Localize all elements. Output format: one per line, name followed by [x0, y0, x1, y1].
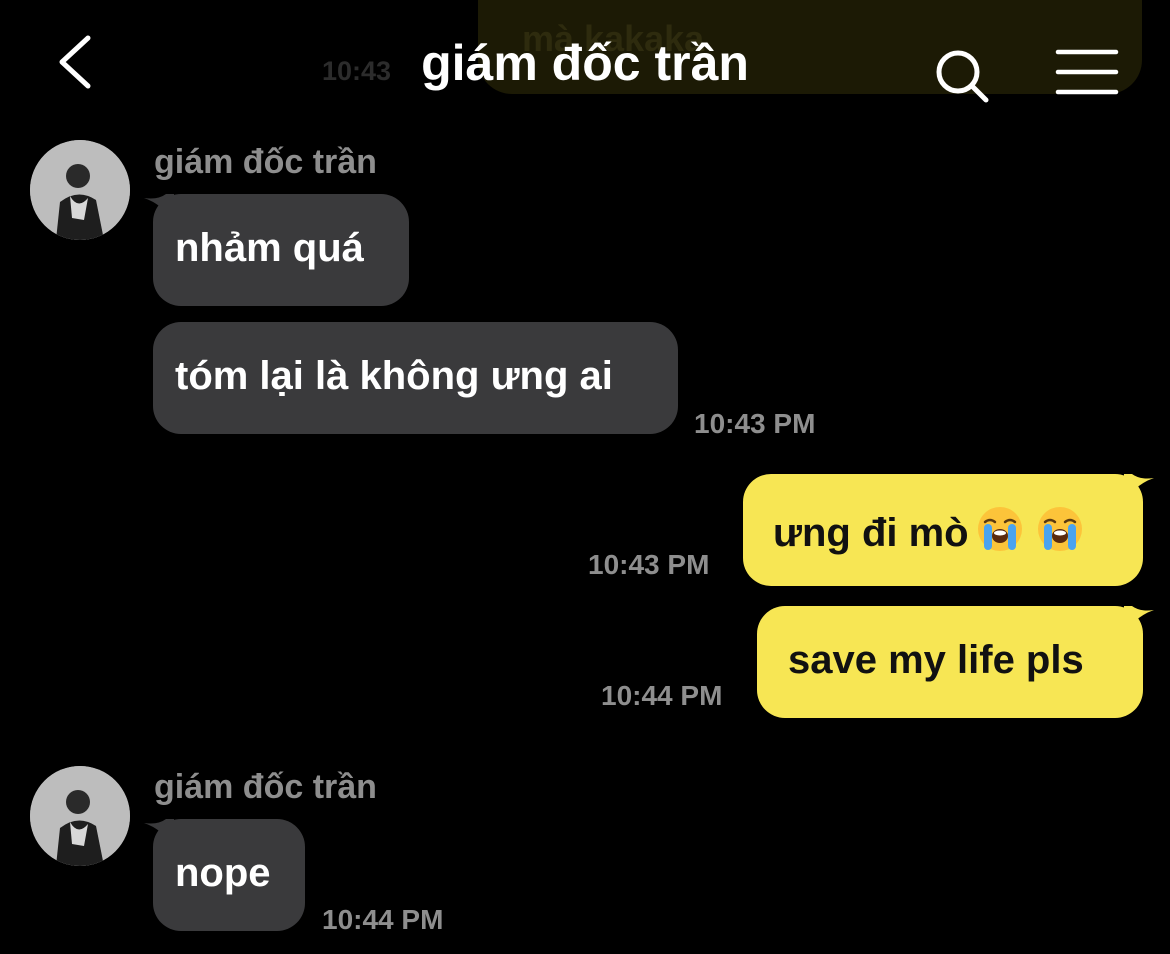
- chat-header: giám đốc trần: [0, 0, 1170, 130]
- message-time: 10:43 PM: [588, 549, 710, 580]
- menu-button[interactable]: [1054, 44, 1120, 100]
- menu-icon: [1055, 49, 1119, 95]
- message-text: nope: [175, 851, 271, 895]
- message-time: 10:44 PM: [601, 680, 723, 711]
- bubble-tail: [1124, 474, 1154, 502]
- message-bubble-incoming[interactable]: tóm lại là không ưng ai: [153, 322, 678, 434]
- message-bubble-outgoing[interactable]: ưng đi mò: [743, 474, 1143, 586]
- sender-name: giám đốc trần: [154, 143, 377, 181]
- message-text: ưng đi mò: [773, 511, 969, 555]
- search-button[interactable]: [930, 44, 994, 108]
- message-time: 10:44 PM: [322, 904, 444, 935]
- search-icon: [936, 50, 989, 103]
- message-bubble-incoming[interactable]: nhảm quá: [153, 194, 409, 306]
- person-photo-icon: [30, 140, 130, 240]
- loudly-crying-face-icon: [977, 507, 1022, 551]
- bubble-tail: [1124, 606, 1154, 634]
- sender-name: giám đốc trần: [154, 768, 377, 806]
- message-time: 10:43 PM: [694, 408, 816, 439]
- message-bubble-incoming[interactable]: nope: [153, 819, 305, 931]
- message-text: nhảm quá: [175, 226, 364, 270]
- person-photo-icon: [30, 766, 130, 866]
- chat-title: giám đốc trần: [421, 35, 749, 91]
- message-text: save my life pls: [788, 638, 1084, 682]
- avatar[interactable]: [30, 140, 130, 240]
- loudly-crying-face-icon: [1037, 507, 1082, 551]
- message-bubble-outgoing[interactable]: save my life pls: [757, 606, 1143, 718]
- avatar[interactable]: [30, 766, 130, 866]
- message-text: tóm lại là không ưng ai: [175, 354, 613, 398]
